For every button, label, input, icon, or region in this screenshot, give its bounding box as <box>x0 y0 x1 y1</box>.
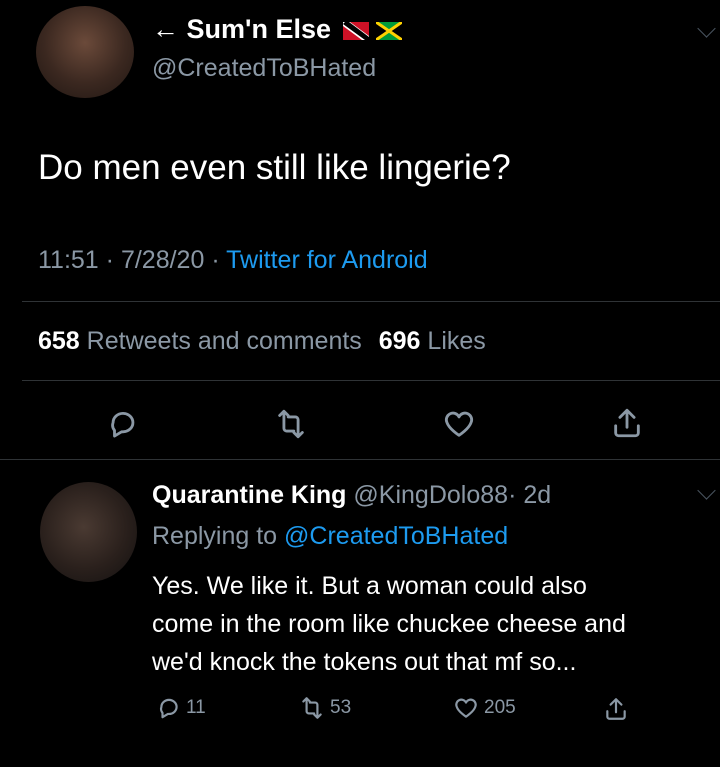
tweet-client-link[interactable]: Twitter for Android <box>226 246 427 274</box>
share-icon[interactable] <box>603 695 629 723</box>
tweet-stats: 658 Retweets and comments 696 Likes <box>38 327 486 356</box>
share-icon[interactable] <box>610 405 644 441</box>
replying-to-line: Replying to @CreatedToBHated <box>152 522 508 551</box>
reply-author-avatar[interactable] <box>40 482 137 582</box>
reply-like-action[interactable]: 205 <box>452 695 516 721</box>
reply-header: Quarantine King @KingDolo88· 2d <box>152 481 551 510</box>
like-count: 205 <box>484 697 516 718</box>
tweet-date: 7/28/20 <box>120 246 205 274</box>
author-handle[interactable]: @CreatedToBHated <box>152 54 376 83</box>
likes-label: Likes <box>427 327 486 355</box>
reply-separator: · <box>508 481 517 509</box>
retweets-count: 658 <box>38 327 80 355</box>
reply-reply-action[interactable]: 11 <box>156 695 206 721</box>
like-heart-icon[interactable] <box>441 407 477 441</box>
reply-text-line: Yes. We like it. But a woman could also <box>152 572 587 600</box>
retweets-label: Retweets and comments <box>86 327 362 355</box>
reply-age[interactable]: 2d <box>523 481 551 509</box>
retweet-icon[interactable] <box>273 407 309 441</box>
author-name-row[interactable]: ← Sum'n Else <box>152 14 403 45</box>
reply-author-handle[interactable]: @KingDolo88 <box>353 481 508 509</box>
author-display-name[interactable]: Sum'n Else <box>187 14 331 44</box>
reply-icon[interactable] <box>106 407 140 441</box>
reply-text: Yes. We like it. But a woman could also … <box>152 567 626 681</box>
reply-text-line: come in the room like chuckee cheese and <box>152 610 626 638</box>
reply-retweet-action[interactable]: 53 <box>298 695 351 721</box>
back-arrow-icon[interactable]: ← <box>152 14 179 44</box>
retweet-count: 53 <box>330 697 352 718</box>
tweet-time: 11:51 <box>38 246 99 274</box>
replying-to-prefix: Replying to <box>152 522 278 550</box>
reply-count: 11 <box>186 697 206 718</box>
trinidad-and-tobago-flag-icon <box>342 21 369 40</box>
more-options-chevron-icon[interactable] <box>697 19 716 38</box>
meta-separator: · <box>211 246 220 274</box>
divider <box>22 380 720 381</box>
divider <box>22 301 720 302</box>
reply-author-name[interactable]: Quarantine King <box>152 481 346 509</box>
reply-more-options-chevron-icon[interactable] <box>697 481 716 500</box>
retweets-stat[interactable]: 658 Retweets and comments <box>38 327 369 355</box>
likes-count: 696 <box>378 327 421 355</box>
tweet-meta: 11:51 · 7/28/20 · Twitter for Android <box>38 246 428 275</box>
reply-icon[interactable] <box>156 695 182 721</box>
retweet-icon[interactable] <box>298 695 326 721</box>
like-heart-icon[interactable] <box>452 695 480 721</box>
reply-text-line: we'd knock the tokens out that mf so... <box>152 648 577 676</box>
meta-separator: · <box>105 246 114 274</box>
divider <box>0 459 720 460</box>
tweet-text: Do men even still like lingerie? <box>38 148 511 187</box>
author-avatar[interactable] <box>36 6 134 98</box>
jamaica-flag-icon <box>376 21 403 40</box>
replying-to-handle-link[interactable]: @CreatedToBHated <box>284 522 508 550</box>
likes-stat[interactable]: 696 Likes <box>379 327 486 355</box>
